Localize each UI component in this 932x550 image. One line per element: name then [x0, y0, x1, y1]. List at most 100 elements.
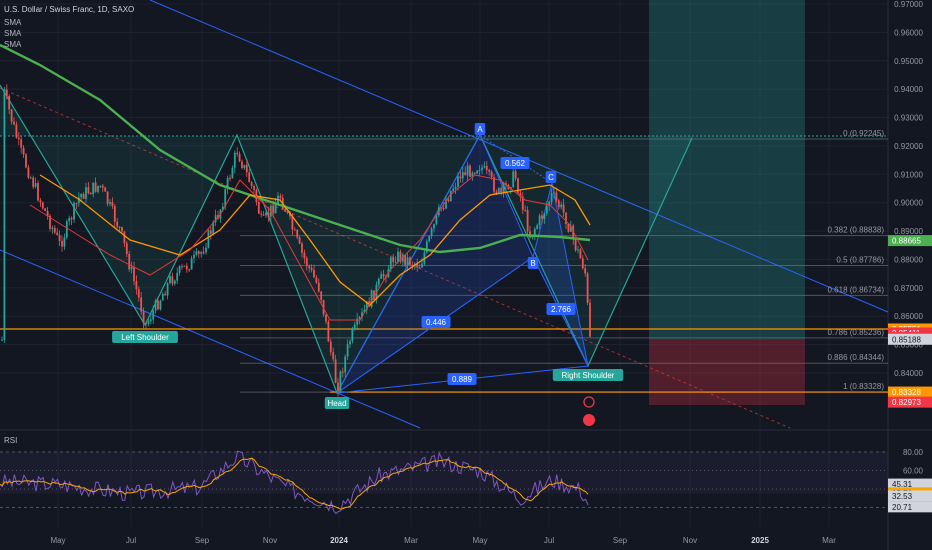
- candle-body: [303, 252, 306, 259]
- candle-body: [166, 282, 169, 296]
- time-axis-tick: 2024: [330, 536, 348, 545]
- candle-body: [17, 137, 20, 140]
- candle-body: [279, 195, 282, 198]
- candle-body: [113, 206, 116, 222]
- candle-body: [344, 356, 347, 373]
- candle-body: [197, 251, 200, 254]
- candle-body: [382, 274, 385, 277]
- candle-body: [404, 254, 407, 266]
- time-axis-tick: Nov: [683, 536, 697, 545]
- candle-body: [449, 190, 452, 202]
- candle-body: [161, 293, 164, 301]
- candle-body: [185, 265, 188, 270]
- candle-body: [80, 193, 83, 198]
- candle-body: [70, 218, 73, 220]
- candle-body: [339, 371, 342, 391]
- rsi-title[interactable]: RSI: [4, 436, 17, 445]
- candle-body: [154, 300, 157, 311]
- candle-body: [469, 165, 471, 177]
- candle-body: [397, 251, 399, 262]
- price-axis-tick: 0.96000: [894, 28, 923, 37]
- time-axis-tick: Jul: [126, 536, 136, 545]
- candle-body: [377, 278, 380, 285]
- price-axis-tick: 0.92000: [894, 142, 923, 151]
- candle-body: [332, 352, 335, 360]
- rsi-axis-tick: 60.00: [903, 467, 924, 476]
- time-axis-tick: May: [472, 536, 487, 545]
- candle-body: [351, 329, 354, 342]
- candle-body: [560, 204, 563, 208]
- candle-body: [152, 310, 155, 320]
- candle-body: [32, 177, 35, 187]
- candle-body: [200, 252, 203, 254]
- candle-body: [267, 212, 270, 217]
- candle-body: [543, 213, 546, 219]
- candle-body: [142, 311, 145, 324]
- candle-body: [327, 321, 330, 342]
- candle-body: [538, 215, 541, 226]
- candle-body: [313, 269, 315, 278]
- candle-body: [581, 258, 584, 269]
- candle-body: [137, 289, 140, 298]
- candle-body: [41, 202, 44, 209]
- candle-body: [500, 187, 503, 192]
- price-axis-tick: 0.86000: [894, 312, 923, 321]
- candle-body: [476, 170, 479, 174]
- fib-level-label: 1 (0.83328): [843, 382, 884, 391]
- ratio-label: 2.766: [551, 305, 572, 314]
- candle-body: [116, 221, 119, 227]
- fib-level-label: 0.5 (0.87786): [836, 256, 884, 265]
- candle-body: [483, 165, 486, 168]
- indicator-sma-2[interactable]: SMA: [4, 29, 21, 38]
- indicator-sma-1[interactable]: SMA: [4, 18, 21, 27]
- price-badge: 0.85188: [892, 335, 921, 344]
- candle-body: [207, 230, 210, 248]
- price-badge: 0.82973: [892, 398, 921, 407]
- candle-body: [181, 266, 183, 268]
- indicator-sma-3[interactable]: SMA: [4, 40, 21, 49]
- candle-body: [65, 221, 68, 238]
- candle-body: [56, 232, 59, 236]
- candle-body: [250, 182, 253, 186]
- candle-body: [133, 267, 135, 282]
- candle-body: [51, 227, 54, 229]
- candle-body: [418, 267, 421, 269]
- candle-body: [195, 251, 198, 255]
- time-axis-tick: Jul: [544, 536, 554, 545]
- candle-body: [231, 167, 234, 179]
- candle-body: [320, 291, 323, 301]
- candle-body: [526, 210, 529, 232]
- candle-body: [44, 208, 47, 212]
- candle-body: [293, 229, 296, 231]
- candle-body: [341, 371, 344, 373]
- candle-body: [262, 214, 265, 216]
- fib-level-label: 0.382 (0.88838): [828, 226, 885, 235]
- candle-body: [53, 227, 56, 233]
- candle-body: [128, 253, 131, 270]
- candle-body: [301, 243, 303, 253]
- candle-body: [406, 257, 409, 266]
- label-left-shoulder: Left Shoulder: [121, 333, 169, 342]
- candle-body: [92, 182, 95, 195]
- candle-body: [188, 269, 191, 271]
- candle-body: [485, 165, 488, 171]
- fib-level-label: 0.886 (0.84344): [828, 353, 885, 362]
- candle-body: [533, 228, 536, 235]
- candle-body: [457, 176, 459, 187]
- candle-body: [233, 152, 236, 168]
- candle-body: [37, 183, 39, 201]
- candle-body: [145, 323, 147, 325]
- candle-body: [10, 109, 13, 122]
- candle-body: [13, 121, 15, 125]
- candle-body: [589, 302, 591, 337]
- price-axis-tick: 0.88000: [894, 255, 923, 264]
- label-right-shoulder: Right Shoulder: [562, 371, 615, 380]
- candle-body: [490, 171, 493, 178]
- candle-body: [541, 215, 543, 219]
- candle-body: [253, 185, 255, 190]
- candle-body: [272, 205, 275, 214]
- price-axis-tick: 0.84000: [894, 369, 923, 378]
- candle-body: [101, 185, 104, 188]
- rsi-badge: 32.53: [892, 492, 913, 501]
- chart-canvas[interactable]: 0 (0.92245) 0.382 (0.88838) 0.5 (0.87786) 0…: [0, 0, 932, 550]
